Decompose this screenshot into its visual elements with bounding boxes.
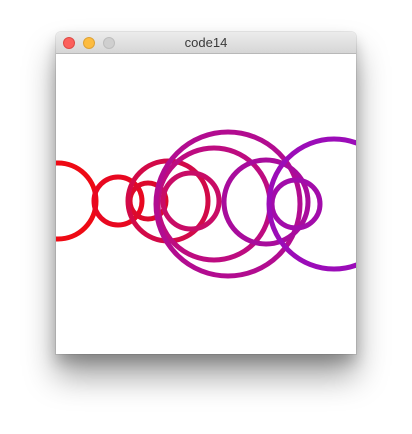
title-bar[interactable]: code14 [56,32,356,54]
sketch-canvas [56,54,356,354]
sketch-window: code14 [56,32,356,354]
circle-1 [56,160,99,242]
circle-7 [153,129,303,279]
circle-2 [91,174,145,228]
desktop-background: code14 [0,0,412,434]
circle-5 [160,170,222,232]
window-title: code14 [184,35,228,50]
circles-drawing [56,129,356,279]
circle-8 [221,157,311,247]
